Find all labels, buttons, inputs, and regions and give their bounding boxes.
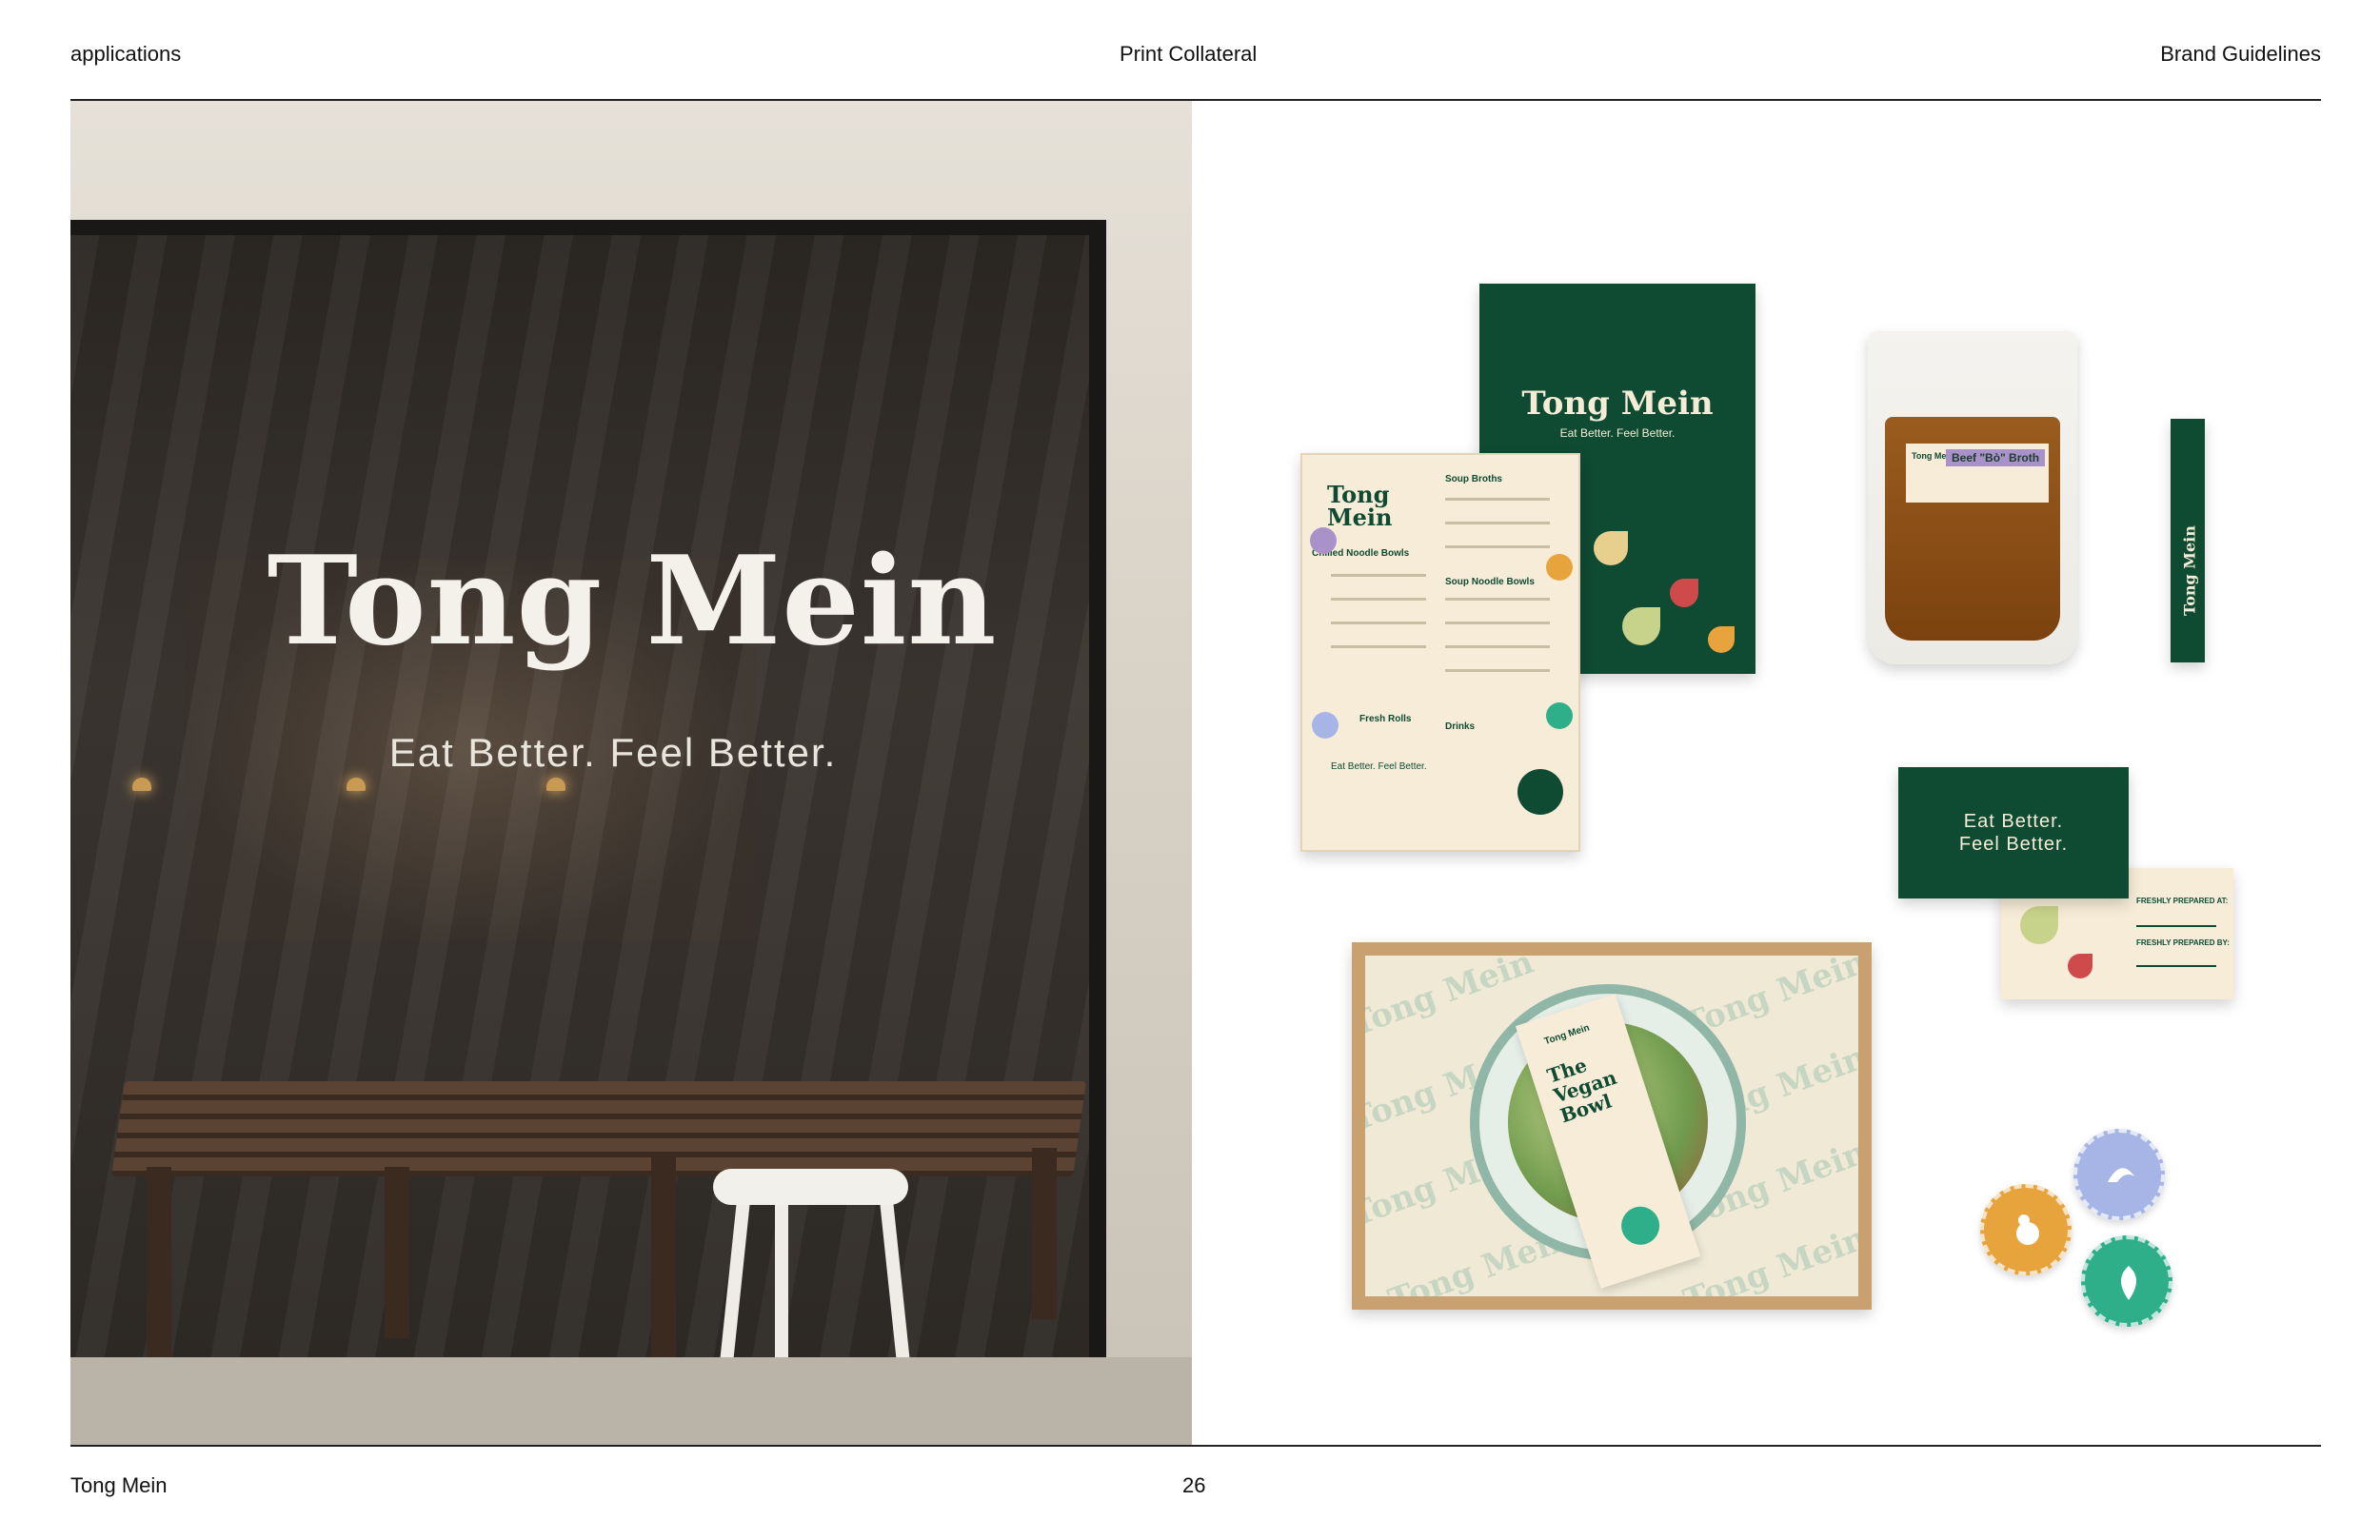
shrimp-badge-icon [2073,1129,2165,1220]
sidewalk [70,1357,1192,1447]
menu-item-line [1331,598,1426,601]
glass-reflection [70,235,1089,1377]
menu-item-line [1445,645,1550,648]
menu-section-soup-broths: Soup Broths [1445,474,1502,484]
menu-footer-tagline: Eat Better. Feel Better. [1331,761,1427,772]
tray-liner: Tong Mein Tong Mein Tong Mein Tong Mein … [1365,956,1858,1296]
pendant-lamp [132,778,151,791]
menu-section-fresh-rolls: Fresh Rolls [1359,714,1412,724]
window-logo: Tong Mein [267,530,998,673]
chicken-badge-icon [1310,527,1337,554]
page-number: 26 [1182,1473,1206,1497]
broth-pouch: Tong Mein Beef "Bò" Broth [1868,331,2077,664]
leaf-illustration [1708,626,1735,653]
pouch-product-name: Beef "Bò" Broth [1946,449,2046,466]
menu-cover-tagline: Eat Better. Feel Better. [1559,426,1676,440]
chopstick-sleeve: Tong Mein [2171,419,2205,662]
bench-leg [651,1157,676,1357]
menu-item-line [1445,622,1550,624]
business-card-line2: Feel Better. [1958,834,2069,855]
menu-section-soup-noodle-bowls: Soup Noodle Bowls [1445,577,1535,587]
chicken-badge-icon [1980,1184,2072,1275]
menu-item-line [1445,598,1550,601]
chicken-badge-icon [1546,554,1573,581]
prep-field-by: FRESHLY PREPARED BY: [2136,938,2230,947]
menu-cover-title: Tong Mein [1521,385,1714,423]
leaf-illustration [1622,607,1660,645]
header-title: Print Collateral [1120,42,1258,66]
prep-line [2136,925,2216,927]
white-stool [713,1169,908,1205]
header-doc-title: Brand Guidelines [2160,42,2321,66]
bottom-rule [70,1445,2321,1447]
prep-line [2136,965,2216,967]
menu-item-line [1331,622,1426,624]
shop-window: Tong Mein Eat Better. Feel Better. [70,220,1106,1377]
menu-item-line [1445,545,1550,548]
footer-brand: Tong Mein [70,1473,168,1497]
window-tagline: Eat Better. Feel Better. [388,730,838,775]
sleeve-title: The Vegan Bowl [1544,1053,1620,1128]
leaf-illustration [1670,579,1698,607]
bench-leg [385,1167,409,1338]
menu-sheet: Tong Mein Soup Broths Soup Noodle Bowls … [1300,453,1580,852]
wooden-bench [110,1081,1087,1176]
leaf-illustration [1594,531,1628,565]
pouch-label: Tong Mein Beef "Bò" Broth [1906,444,2049,503]
vegan-badge-icon [2081,1235,2172,1327]
menu-item-line [1445,669,1550,672]
tray-pattern-text: Tong Mein [1678,1218,1858,1296]
chopstick-brand: Tong Mein [2180,525,2199,616]
storefront-photo: Tong Mein Eat Better. Feel Better. [70,101,1192,1447]
sleeve-brand: Tong Mein [1542,1022,1592,1048]
header-section-label: applications [70,42,182,66]
vegan-badge-icon [1546,702,1573,729]
leaf-illustration [2068,954,2092,978]
pendant-lamp [546,778,565,791]
serving-tray: Tong Mein Tong Mein Tong Mein Tong Mein … [1352,942,1872,1310]
bench-leg [147,1167,171,1386]
leaf-illustration [2020,906,2058,944]
menu-item-line [1445,498,1550,501]
menu-item-line [1331,645,1426,648]
menu-title: Tong Mein [1327,481,1393,531]
menu-item-line [1331,574,1426,577]
business-card: Eat Better. Feel Better. [1898,767,2129,898]
pendant-lamp [347,778,366,791]
menu-item-line [1445,522,1550,524]
bowl-logo-icon [1517,769,1563,815]
bench-leg [1032,1148,1057,1319]
menu-section-drinks: Drinks [1445,721,1476,732]
vegan-badge-icon [1616,1201,1665,1251]
business-card-line1: Eat Better. [1963,811,2064,832]
prep-field-at: FRESHLY PREPARED AT: [2136,897,2229,905]
shrimp-badge-icon [1312,712,1339,739]
